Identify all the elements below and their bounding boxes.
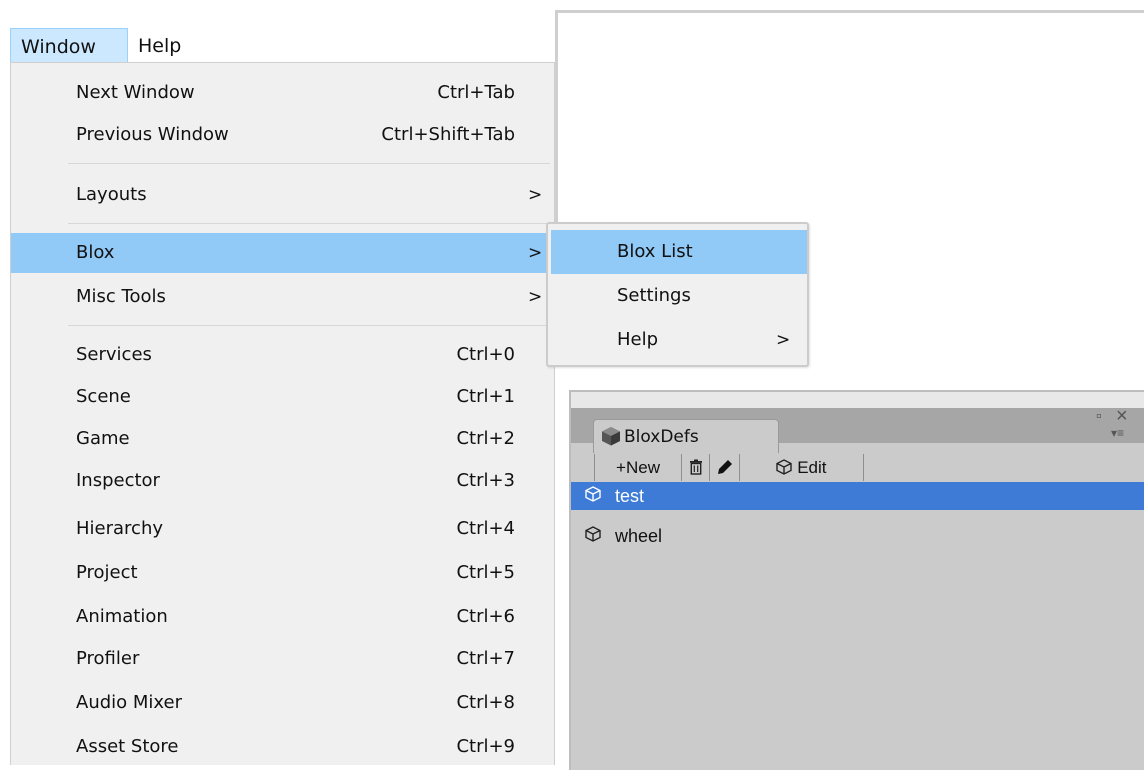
menu-item-label: Hierarchy xyxy=(76,518,164,539)
menu-item-label: Previous Window xyxy=(76,124,229,145)
menu-item-previous-window[interactable]: Previous Window Ctrl+Shift+Tab xyxy=(11,115,554,155)
menu-item-audio-mixer[interactable]: Audio Mixer Ctrl+8 xyxy=(11,683,554,723)
menu-item-label: Inspector xyxy=(76,470,160,491)
menu-item-label: Scene xyxy=(76,386,131,407)
trash-icon xyxy=(689,459,703,479)
menu-item-shortcut: Ctrl+Tab xyxy=(437,82,515,103)
menu-item-label: Project xyxy=(76,562,138,583)
rename-button[interactable] xyxy=(710,454,740,481)
submenu-item-label: Help xyxy=(617,329,659,350)
panel-title-strip xyxy=(571,392,1144,408)
chevron-right-icon: > xyxy=(528,185,543,205)
list-item[interactable]: wheel xyxy=(571,522,1144,550)
menu-item-shortcut: Ctrl+6 xyxy=(456,606,515,627)
menu-item-project[interactable]: Project Ctrl+5 xyxy=(11,553,554,593)
menu-item-next-window[interactable]: Next Window Ctrl+Tab xyxy=(11,73,554,113)
menu-item-label: Asset Store xyxy=(76,736,179,757)
menu-item-layouts[interactable]: Layouts > xyxy=(11,175,554,215)
menu-item-label: Audio Mixer xyxy=(76,692,182,713)
panel-toolbar: +New Edit xyxy=(571,453,1144,481)
menu-item-shortcut: Ctrl+7 xyxy=(456,648,515,669)
menu-item-scene[interactable]: Scene Ctrl+1 xyxy=(11,377,554,417)
menu-window[interactable]: Window xyxy=(10,28,128,64)
edit-button-label: Edit xyxy=(797,458,827,477)
menu-item-shortcut: Ctrl+5 xyxy=(456,562,515,583)
menu-item-services[interactable]: Services Ctrl+0 xyxy=(11,335,554,375)
chevron-right-icon: > xyxy=(528,243,543,263)
edit-button[interactable]: Edit xyxy=(740,454,864,481)
menu-item-game[interactable]: Game Ctrl+2 xyxy=(11,419,554,459)
menu-item-label: Services xyxy=(76,344,152,365)
close-icon[interactable]: × xyxy=(1116,405,1128,428)
submenu-item-settings[interactable]: Settings xyxy=(551,274,807,318)
menu-item-label: Misc Tools xyxy=(76,286,166,307)
pencil-icon xyxy=(717,460,733,479)
list-item-label: test xyxy=(615,486,645,506)
menu-bar: Window Help xyxy=(0,0,555,64)
menu-item-shortcut: Ctrl+3 xyxy=(456,470,515,491)
menu-item-label: Layouts xyxy=(76,184,147,205)
window-menu-dropdown: Next Window Ctrl+Tab Previous Window Ctr… xyxy=(10,62,555,765)
menu-item-label: Blox xyxy=(76,242,115,263)
menu-item-label: Game xyxy=(76,428,130,449)
delete-button[interactable] xyxy=(682,454,710,481)
menu-item-shortcut: Ctrl+9 xyxy=(456,736,515,757)
submenu-item-label: Settings xyxy=(617,285,691,306)
cube-outline-icon xyxy=(585,522,601,550)
blox-submenu: Blox List Settings Help > xyxy=(546,222,809,367)
cube-icon xyxy=(601,426,621,446)
menu-separator xyxy=(68,223,550,224)
menu-item-inspector[interactable]: Inspector Ctrl+3 xyxy=(11,461,554,501)
menu-item-shortcut: Ctrl+0 xyxy=(456,344,515,365)
menu-separator xyxy=(68,163,550,164)
list-item[interactable]: test xyxy=(571,482,1144,510)
menu-item-label: Animation xyxy=(76,606,168,627)
menu-separator xyxy=(68,325,550,326)
menu-item-blox[interactable]: Blox > xyxy=(11,233,554,273)
submenu-item-blox-list[interactable]: Blox List xyxy=(551,230,807,274)
menu-item-shortcut: Ctrl+1 xyxy=(456,386,515,407)
new-button[interactable]: +New xyxy=(595,454,682,481)
submenu-item-label: Blox List xyxy=(617,241,693,262)
list-item-label: wheel xyxy=(615,526,663,546)
bloxdefs-panel: ▫ × ▾≡ BloxDefs +New Edit test wheel xyxy=(569,390,1144,770)
submenu-item-help[interactable]: Help > xyxy=(551,318,807,362)
menu-item-label: Next Window xyxy=(76,82,195,103)
menu-item-profiler[interactable]: Profiler Ctrl+7 xyxy=(11,639,554,679)
menu-help[interactable]: Help xyxy=(128,28,218,64)
chevron-right-icon: > xyxy=(528,287,543,307)
menu-item-shortcut: Ctrl+8 xyxy=(456,692,515,713)
cube-outline-icon xyxy=(776,458,797,477)
background-window xyxy=(555,10,1144,225)
menu-item-animation[interactable]: Animation Ctrl+6 xyxy=(11,597,554,637)
menu-item-misc-tools[interactable]: Misc Tools > xyxy=(11,277,554,317)
menu-item-shortcut: Ctrl+4 xyxy=(456,518,515,539)
tab-label: BloxDefs xyxy=(624,427,699,447)
tab-bloxdefs[interactable]: BloxDefs xyxy=(593,419,779,453)
menu-item-shortcut: Ctrl+Shift+Tab xyxy=(381,124,515,145)
menu-item-hierarchy[interactable]: Hierarchy Ctrl+4 xyxy=(11,509,554,549)
chevron-right-icon: > xyxy=(776,330,791,350)
menu-item-shortcut: Ctrl+2 xyxy=(456,428,515,449)
menu-item-label: Profiler xyxy=(76,648,140,669)
cube-outline-icon xyxy=(585,482,601,510)
maximize-icon[interactable]: ▫ xyxy=(1096,408,1102,426)
menu-item-asset-store[interactable]: Asset Store Ctrl+9 xyxy=(11,727,554,767)
panel-menu-icon[interactable]: ▾≡ xyxy=(1111,426,1124,440)
